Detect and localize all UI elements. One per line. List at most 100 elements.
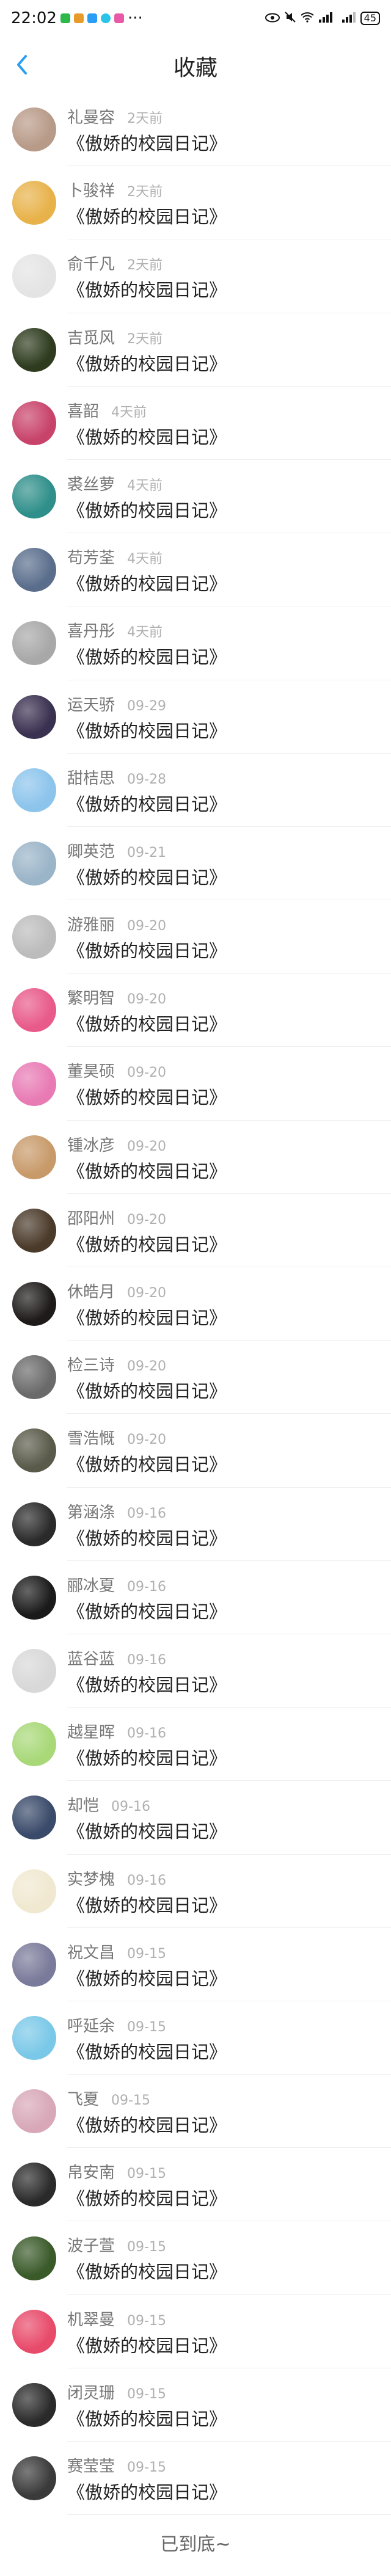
book-title[interactable]: 《傲娇的校园日记》 (67, 1231, 227, 1256)
avatar[interactable] (12, 254, 56, 299)
book-title[interactable]: 《傲娇的校园日记》 (67, 2111, 227, 2137)
book-title[interactable]: 《傲娇的校园日记》 (67, 1671, 227, 1697)
book-title[interactable]: 《傲娇的校园日记》 (67, 1817, 227, 1843)
list-item[interactable]: 锺冰彦 09-20 《傲娇的校园日记》 (0, 1121, 391, 1195)
username[interactable]: 第涵涤 (67, 1500, 115, 1523)
book-title[interactable]: 《傲娇的校园日记》 (67, 937, 227, 962)
book-title[interactable]: 《傲娇的校园日记》 (67, 864, 227, 889)
book-title[interactable]: 《傲娇的校园日记》 (67, 350, 227, 376)
avatar[interactable] (12, 2456, 56, 2501)
book-title[interactable]: 《傲娇的校园日记》 (67, 2038, 227, 2064)
avatar[interactable] (12, 1869, 56, 1913)
list-item[interactable]: 运天骄 09-29 《傲娇的校园日记》 (0, 680, 391, 754)
book-title[interactable]: 《傲娇的校园日记》 (67, 1304, 227, 1330)
avatar[interactable] (12, 1428, 56, 1473)
username[interactable]: 呼延余 (67, 2014, 115, 2036)
list-item[interactable]: 越星晖 09-16 《傲娇的校园日记》 (0, 1708, 391, 1781)
avatar[interactable] (12, 1575, 56, 1620)
book-title[interactable]: 《傲娇的校园日记》 (67, 643, 227, 669)
username[interactable]: 俞千凡 (67, 252, 115, 274)
book-title[interactable]: 《傲娇的校园日记》 (67, 2332, 227, 2357)
list-item[interactable]: 董昊硕 09-20 《傲娇的校园日记》 (0, 1047, 391, 1121)
avatar[interactable] (12, 2163, 56, 2207)
username[interactable]: 检三诗 (67, 1353, 115, 1375)
avatar[interactable] (12, 1502, 56, 1546)
list-item[interactable]: 喜丹彤 4天前 《傲娇的校园日记》 (0, 606, 391, 680)
username[interactable]: 喜韶 (67, 399, 99, 421)
avatar[interactable] (12, 2309, 56, 2354)
username[interactable]: 卿英范 (67, 839, 115, 862)
book-title[interactable]: 《傲娇的校园日记》 (67, 1965, 227, 1990)
username[interactable]: 礼曼容 (67, 105, 115, 128)
avatar[interactable] (12, 915, 56, 959)
username[interactable]: 休皓月 (67, 1279, 115, 1302)
username[interactable]: 喜丹彤 (67, 619, 115, 641)
username[interactable]: 裘丝萝 (67, 472, 115, 495)
avatar[interactable] (12, 2236, 56, 2280)
avatar[interactable] (12, 988, 56, 1033)
username[interactable]: 吉觅风 (67, 326, 115, 348)
book-title[interactable]: 《傲娇的校园日记》 (67, 497, 227, 522)
list-item[interactable]: 卿英范 09-21 《傲娇的校园日记》 (0, 827, 391, 901)
list-item[interactable]: 苟芳荃 4天前 《傲娇的校园日记》 (0, 533, 391, 607)
avatar[interactable] (12, 1135, 56, 1179)
avatar[interactable] (12, 2015, 56, 2060)
list-item[interactable]: 吉觅风 2天前 《傲娇的校园日记》 (0, 313, 391, 387)
list-item[interactable]: 飞夏 09-15 《傲娇的校园日记》 (0, 2075, 391, 2148)
avatar[interactable] (12, 768, 56, 812)
username[interactable]: 董昊硕 (67, 1059, 115, 1082)
username[interactable]: 邵阳州 (67, 1206, 115, 1229)
avatar[interactable] (12, 1649, 56, 1694)
list-item[interactable]: 喜韶 4天前 《傲娇的校园日记》 (0, 387, 391, 460)
list-item[interactable]: 检三诗 09-20 《傲娇的校园日记》 (0, 1341, 391, 1414)
list-item[interactable]: 实梦槐 09-16 《傲娇的校园日记》 (0, 1855, 391, 1928)
book-title[interactable]: 《傲娇的校园日记》 (67, 423, 227, 449)
list-item[interactable]: 却恺 09-16 《傲娇的校园日记》 (0, 1781, 391, 1855)
list-item[interactable]: 祝文昌 09-15 《傲娇的校园日记》 (0, 1928, 391, 2002)
list-item[interactable]: 帛安南 09-15 《傲娇的校园日记》 (0, 2148, 391, 2222)
list-item[interactable]: 休皓月 09-20 《傲娇的校园日记》 (0, 1267, 391, 1341)
list-item[interactable]: 裘丝萝 4天前 《傲娇的校园日记》 (0, 460, 391, 534)
avatar[interactable] (12, 1061, 56, 1106)
avatar[interactable] (12, 548, 56, 592)
username[interactable]: 蓝谷蓝 (67, 1646, 115, 1669)
back-button[interactable] (5, 49, 39, 83)
book-title[interactable]: 《傲娇的校园日记》 (67, 129, 227, 155)
avatar[interactable] (12, 694, 56, 739)
list-item[interactable]: 蓝谷蓝 09-16 《傲娇的校园日记》 (0, 1634, 391, 1708)
list-item[interactable]: 俞千凡 2天前 《傲娇的校园日记》 (0, 239, 391, 313)
list-item[interactable]: 呼延余 09-15 《傲娇的校园日记》 (0, 2001, 391, 2075)
book-title[interactable]: 《傲娇的校园日记》 (67, 1598, 227, 1623)
book-title[interactable]: 《傲娇的校园日记》 (67, 2405, 227, 2431)
avatar[interactable] (12, 1282, 56, 1326)
book-title[interactable]: 《傲娇的校园日记》 (67, 2258, 227, 2283)
username[interactable]: 却恺 (67, 1793, 99, 1816)
username[interactable]: 飞夏 (67, 2087, 99, 2109)
list-item[interactable]: 游雅丽 09-20 《傲娇的校园日记》 (0, 900, 391, 974)
username[interactable]: 赛莹莹 (67, 2454, 115, 2476)
list-item[interactable]: 甜桔思 09-28 《傲娇的校园日记》 (0, 754, 391, 828)
username[interactable]: 甜桔思 (67, 766, 115, 788)
book-title[interactable]: 《傲娇的校园日记》 (67, 717, 227, 743)
book-title[interactable]: 《傲娇的校园日记》 (67, 276, 227, 302)
book-title[interactable]: 《傲娇的校园日记》 (67, 203, 227, 228)
username[interactable]: 苟芳荃 (67, 545, 115, 568)
username[interactable]: 越星晖 (67, 1720, 115, 1742)
list-item[interactable]: 机翠曼 09-15 《傲娇的校园日记》 (0, 2295, 391, 2369)
avatar[interactable] (12, 621, 56, 666)
avatar[interactable] (12, 2089, 56, 2134)
list-item[interactable]: 卜骏祥 2天前 《傲娇的校园日记》 (0, 166, 391, 240)
book-title[interactable]: 《傲娇的校园日记》 (67, 1744, 227, 1770)
username[interactable]: 卜骏祥 (67, 178, 115, 201)
book-title[interactable]: 《傲娇的校园日记》 (67, 1450, 227, 1476)
book-title[interactable]: 《傲娇的校园日记》 (67, 1010, 227, 1036)
list-item[interactable]: 邵阳州 09-20 《傲娇的校园日记》 (0, 1194, 391, 1268)
book-title[interactable]: 《傲娇的校园日记》 (67, 2478, 227, 2504)
book-title[interactable]: 《傲娇的校园日记》 (67, 1083, 227, 1109)
list-item[interactable]: 繁明智 09-20 《傲娇的校园日记》 (0, 973, 391, 1047)
username[interactable]: 实梦槐 (67, 1867, 115, 1890)
username[interactable]: 运天骄 (67, 693, 115, 715)
list-item[interactable]: 第涵涤 09-16 《傲娇的校园日记》 (0, 1488, 391, 1561)
avatar[interactable] (12, 401, 56, 445)
username[interactable]: 闭灵珊 (67, 2381, 115, 2403)
